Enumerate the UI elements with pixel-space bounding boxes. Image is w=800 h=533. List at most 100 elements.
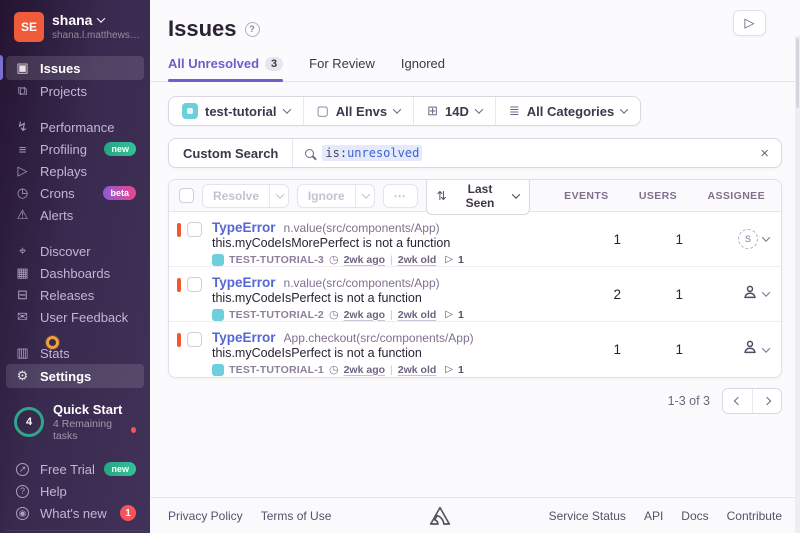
sidebar-item-alerts[interactable]: ⚠Alerts [6, 204, 144, 226]
select-all-checkbox[interactable] [179, 188, 194, 203]
more-actions-button[interactable]: ⋯ [383, 184, 418, 208]
assignee-avatar: S [738, 229, 758, 249]
replay-icon: ▷ [445, 254, 453, 265]
error-level-indicator [177, 333, 181, 347]
sort-arrows-icon: ⇅ [437, 189, 447, 203]
assignee-dropdown[interactable] [683, 284, 771, 305]
sidebar-item-profiling[interactable]: ≡Profilingnew [6, 138, 144, 160]
pagination-summary: 1-3 of 3 [668, 394, 710, 408]
sidebar-item-performance[interactable]: ↯Performance [6, 116, 144, 138]
footer-link-contribute[interactable]: Contribute [727, 509, 782, 523]
crons-icon: ◷ [14, 185, 31, 201]
scrollbar[interactable] [795, 36, 800, 533]
search-token-key: is: [325, 146, 347, 160]
issue-short-id: TEST-TUTORIAL-3 [229, 254, 324, 266]
main-content: Issues ? ▷ All Unresolved3For ReviewIgno… [150, 0, 800, 533]
footer-link-api[interactable]: API [644, 509, 663, 523]
sidebar-item-discover[interactable]: ⌖Discover [6, 240, 144, 262]
sidebar-item-replays[interactable]: ▷Replays [6, 160, 144, 182]
sidebar-item-releases[interactable]: ⊟Releases [6, 284, 144, 306]
issue-title-link[interactable]: TypeError [212, 220, 276, 235]
filter-all-categories[interactable]: ≣All Categories [495, 97, 640, 125]
quick-start[interactable]: 4 Quick Start 4 Remaining tasks [0, 402, 150, 442]
sidebar-item-free-trial[interactable]: ↗Free Trialnew [6, 458, 144, 480]
filter-14d[interactable]: ⊞14D [413, 97, 495, 125]
tab-ignored[interactable]: Ignored [401, 56, 445, 81]
chevron-left-icon [733, 397, 741, 405]
project-icon [212, 254, 224, 266]
footer-link-privacy-policy[interactable]: Privacy Policy [168, 509, 243, 523]
sidebar-item-what-s-new[interactable]: ◉What's new1 [6, 502, 144, 524]
resolve-button[interactable]: Resolve [203, 185, 269, 207]
footer-link-terms-of-use[interactable]: Terms of Use [261, 509, 332, 523]
footer-links-right: Service Status API Docs Contribute [549, 509, 782, 523]
ignore-button[interactable]: Ignore [298, 185, 355, 207]
feedback-icon: ✉ [14, 309, 31, 325]
click-indicator [46, 336, 59, 349]
tab-for-review[interactable]: For Review [309, 56, 375, 81]
badge-alert: 1 [120, 505, 136, 521]
sort-button[interactable]: ⇅ Last Seen [426, 179, 531, 215]
sidebar-item-label: Projects [40, 84, 87, 99]
sidebar-item-label: Discover [40, 244, 91, 259]
issue-checkbox[interactable] [187, 222, 202, 237]
replay-tour-button[interactable]: ▷ [733, 10, 766, 36]
person-icon [742, 284, 758, 300]
ignore-dropdown[interactable] [355, 185, 375, 207]
chevron-down-icon [361, 190, 369, 198]
sidebar-item-projects[interactable]: ⧉Projects [6, 80, 144, 102]
clear-search-icon[interactable]: × [748, 145, 781, 162]
help-icon[interactable]: ? [245, 22, 260, 37]
org-switcher[interactable]: SE shana shana.l.matthews@… [0, 12, 150, 42]
events-count: 1 [557, 342, 621, 357]
calendar-icon: ⊞ [427, 103, 438, 119]
search-input[interactable]: is:unresolved [322, 145, 422, 161]
issue-title-link[interactable]: TypeError [212, 275, 276, 290]
users-count: 1 [621, 232, 683, 247]
table-header: Resolve Ignore ⋯ ⇅ Last Seen EVENTS USER… [169, 180, 781, 212]
sidebar-item-label: Releases [40, 288, 94, 303]
alerts-icon: ⚠ [14, 207, 31, 223]
filter-test-tutorial[interactable]: test-tutorial [169, 97, 303, 125]
next-page-button[interactable] [752, 389, 781, 413]
sidebar-item-user-feedback[interactable]: ✉User Feedback [6, 306, 144, 328]
clock-icon: ◷ [329, 363, 339, 376]
assignee-dropdown[interactable] [683, 339, 771, 360]
issue-checkbox[interactable] [187, 332, 202, 347]
active-nav-indicator [0, 55, 3, 80]
issue-title-link[interactable]: TypeError [212, 330, 276, 345]
assignee-avatar [742, 284, 758, 305]
sidebar-item-label: Performance [40, 120, 114, 135]
sidebar-item-settings[interactable]: ⚙Settings [6, 364, 144, 388]
issue-age: 2wk ago [344, 254, 385, 266]
person-icon [742, 339, 758, 355]
sidebar-item-label: Issues [40, 61, 80, 76]
sidebar-item-dashboards[interactable]: ▦Dashboards [6, 262, 144, 284]
sidebar-item-issues[interactable]: ▣Issues [6, 56, 144, 80]
scrollbar-thumb[interactable] [796, 38, 799, 108]
sidebar-item-stats[interactable]: ▥Stats [6, 342, 144, 364]
custom-search-button[interactable]: Custom Search [169, 139, 293, 167]
filter-all-envs[interactable]: ▢All Envs [303, 97, 414, 125]
resolve-dropdown[interactable] [269, 185, 289, 207]
assignee-dropdown[interactable]: S [683, 229, 771, 249]
help-icon: ? [16, 485, 29, 498]
prev-page-button[interactable] [723, 389, 752, 413]
badge-beta: beta [103, 186, 136, 200]
issue-culprit: App.checkout(src/components/App) [284, 331, 474, 345]
sort-label: Last Seen [453, 182, 508, 210]
sidebar-item-help[interactable]: ?Help [6, 480, 144, 502]
issue-row: TypeError App.checkout(src/components/Ap… [169, 322, 781, 377]
footer-link-docs[interactable]: Docs [681, 509, 708, 523]
issues-tabs: All Unresolved3 For Review Ignored [150, 42, 800, 82]
chevron-down-icon [762, 288, 770, 296]
sidebar-item-crons[interactable]: ◷Cronsbeta [6, 182, 144, 204]
issue-checkbox[interactable] [187, 277, 202, 292]
footer-link-service-status[interactable]: Service Status [549, 509, 626, 523]
badge-new: new [104, 462, 136, 476]
events-count: 1 [557, 232, 621, 247]
tab-label: Ignored [401, 56, 445, 71]
users-count: 1 [621, 287, 683, 302]
sidebar-nav: ▣Issues⧉Projects ↯Performance≡Profilingne… [0, 56, 150, 402]
tab-all-unresolved[interactable]: All Unresolved3 [168, 56, 283, 81]
